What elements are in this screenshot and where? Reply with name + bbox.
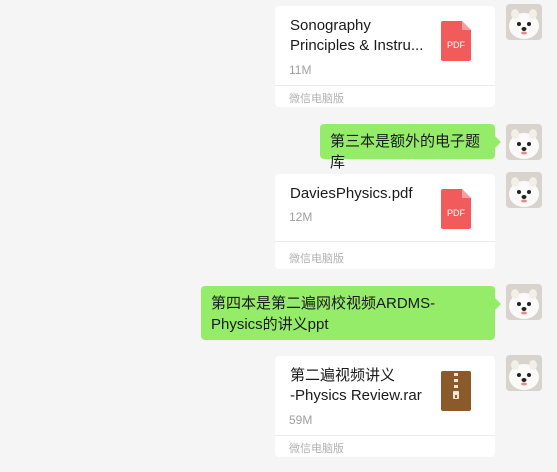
source-label: 微信电脑版 [289,93,344,105]
dog-avatar-icon [506,284,542,320]
user-avatar[interactable] [506,355,542,391]
file-message-card[interactable]: 第二遍视频讲义 -Physics Review.rar 59M 微信电脑版 [275,356,495,457]
divider [275,241,495,242]
file-name: 第二遍视频讲义 -Physics Review.rar [290,367,422,404]
user-avatar[interactable] [506,284,542,320]
file-size: 59M [289,413,313,427]
text-message-bubble[interactable]: 第三本是额外的电子题库 [320,124,501,171]
source-label: 微信电脑版 [289,443,344,455]
file-message-card[interactable]: Sonography Principles & Instru... 11M PD… [275,6,495,107]
divider [275,85,495,86]
dog-avatar-icon [506,124,542,160]
pdf-file-icon: PDF [441,189,471,229]
file-size: 12M [289,210,313,224]
file-size: 11M [289,63,312,77]
rar-archive-icon [441,371,471,411]
pdf-file-icon: PDF [441,21,471,61]
file-message-card[interactable]: DaviesPhysics.pdf 12M PDF 微信电脑版 [275,174,495,269]
dog-avatar-icon [506,355,542,391]
user-avatar[interactable] [506,4,542,40]
user-avatar[interactable] [506,172,542,208]
pdf-label: PDF [447,40,466,50]
pdf-label: PDF [447,208,466,218]
dog-avatar-icon [506,4,542,40]
divider [275,435,495,436]
file-name: DaviesPhysics.pdf [290,185,413,202]
user-avatar[interactable] [506,124,542,160]
file-name: Sonography Principles & Instru... [290,17,424,54]
text-message-bubble[interactable]: 第四本是第二遍网校视频ARDMS-Physics的讲义ppt [201,286,501,340]
dog-avatar-icon [506,172,542,208]
source-label: 微信电脑版 [289,253,344,265]
